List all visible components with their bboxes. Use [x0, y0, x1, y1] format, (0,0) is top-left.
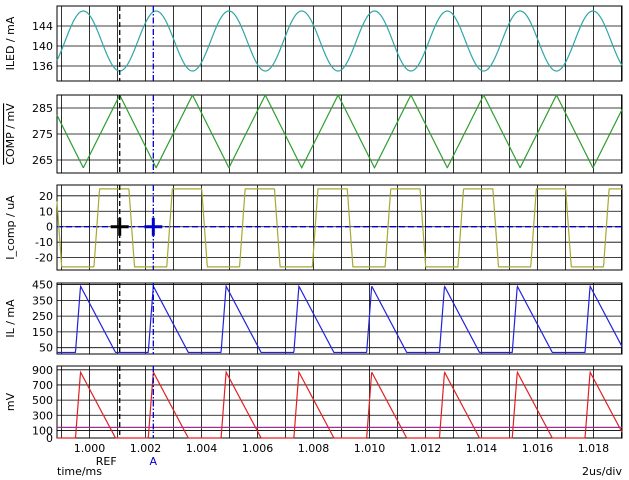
y-axis-label-icomp: I_comp / uA — [4, 195, 17, 260]
x-tick-label: 1.004 — [186, 442, 218, 455]
panel-iled[interactable]: 136 140 144 ILED / mA — [4, 5, 623, 82]
panel-icomp[interactable]: 20 10 0 -10 -20 I_comp / uA — [4, 184, 623, 271]
oscilloscope-view[interactable]: 136 140 144 ILED / mA 265 275 285 COMP / mV 20 10… — [0, 0, 629, 480]
x-tick-label: 1.012 — [410, 442, 442, 455]
y-axis-label-iled: ILED / mA — [4, 16, 17, 70]
x-tick-label: 1.000 — [74, 442, 106, 455]
y-tick-label: 144 — [32, 20, 53, 33]
x-tick-label: 1.002 — [130, 442, 162, 455]
y-tick-label: 50 — [39, 342, 53, 355]
y-axis-label-il: IL / mA — [4, 299, 17, 338]
x-tick-label: 1.014 — [466, 442, 498, 455]
panel-il[interactable]: 450 350 250 150 50 IL / mA — [4, 279, 623, 355]
y-axis-label-mv: mV — [4, 392, 17, 411]
y-tick-label: 700 — [32, 379, 53, 392]
y-tick-label: 300 — [32, 409, 53, 422]
y-tick-label: -20 — [35, 252, 53, 265]
panel-comp[interactable]: 265 275 285 COMP / mV — [4, 93, 623, 174]
y-tick-label: 450 — [32, 279, 53, 292]
y-axis-label-comp: COMP / mV — [4, 103, 17, 165]
y-tick-label: 275 — [32, 128, 53, 141]
y-tick-label: -10 — [35, 236, 53, 249]
y-tick-label: 285 — [32, 102, 53, 115]
x-axis-label: time/ms — [57, 465, 102, 478]
x-tick-label: 1.018 — [578, 442, 610, 455]
y-tick-label: 20 — [39, 190, 53, 203]
y-tick-label: 250 — [32, 310, 53, 323]
y-tick-label: 350 — [32, 294, 53, 307]
y-tick-label: 140 — [32, 40, 53, 53]
y-tick-label: 900 — [32, 364, 53, 377]
cursor-REF-marker[interactable] — [110, 217, 129, 236]
y-tick-label: 10 — [39, 205, 53, 218]
y-tick-label: 265 — [32, 154, 53, 167]
cursor-A-label[interactable]: A — [150, 455, 158, 468]
x-axis: 1.000 1.002 1.004 1.006 1.008 1.010 1.012 1.014… — [57, 442, 622, 478]
y-tick-label: 136 — [32, 60, 53, 73]
y-tick-label: 150 — [32, 326, 53, 339]
x-tick-label: 1.010 — [354, 442, 386, 455]
cursor-A-marker[interactable] — [144, 217, 163, 236]
x-tick-label: 1.006 — [242, 442, 274, 455]
y-tick-label: 0 — [46, 221, 53, 234]
x-tick-label: 1.016 — [522, 442, 554, 455]
time-scale-label: 2us/div — [582, 465, 622, 478]
y-tick-label: 0 — [46, 432, 53, 445]
x-tick-label: 1.008 — [298, 442, 330, 455]
y-tick-label: 500 — [32, 394, 53, 407]
panel-mv[interactable]: 9007005003001000mV — [4, 364, 623, 445]
